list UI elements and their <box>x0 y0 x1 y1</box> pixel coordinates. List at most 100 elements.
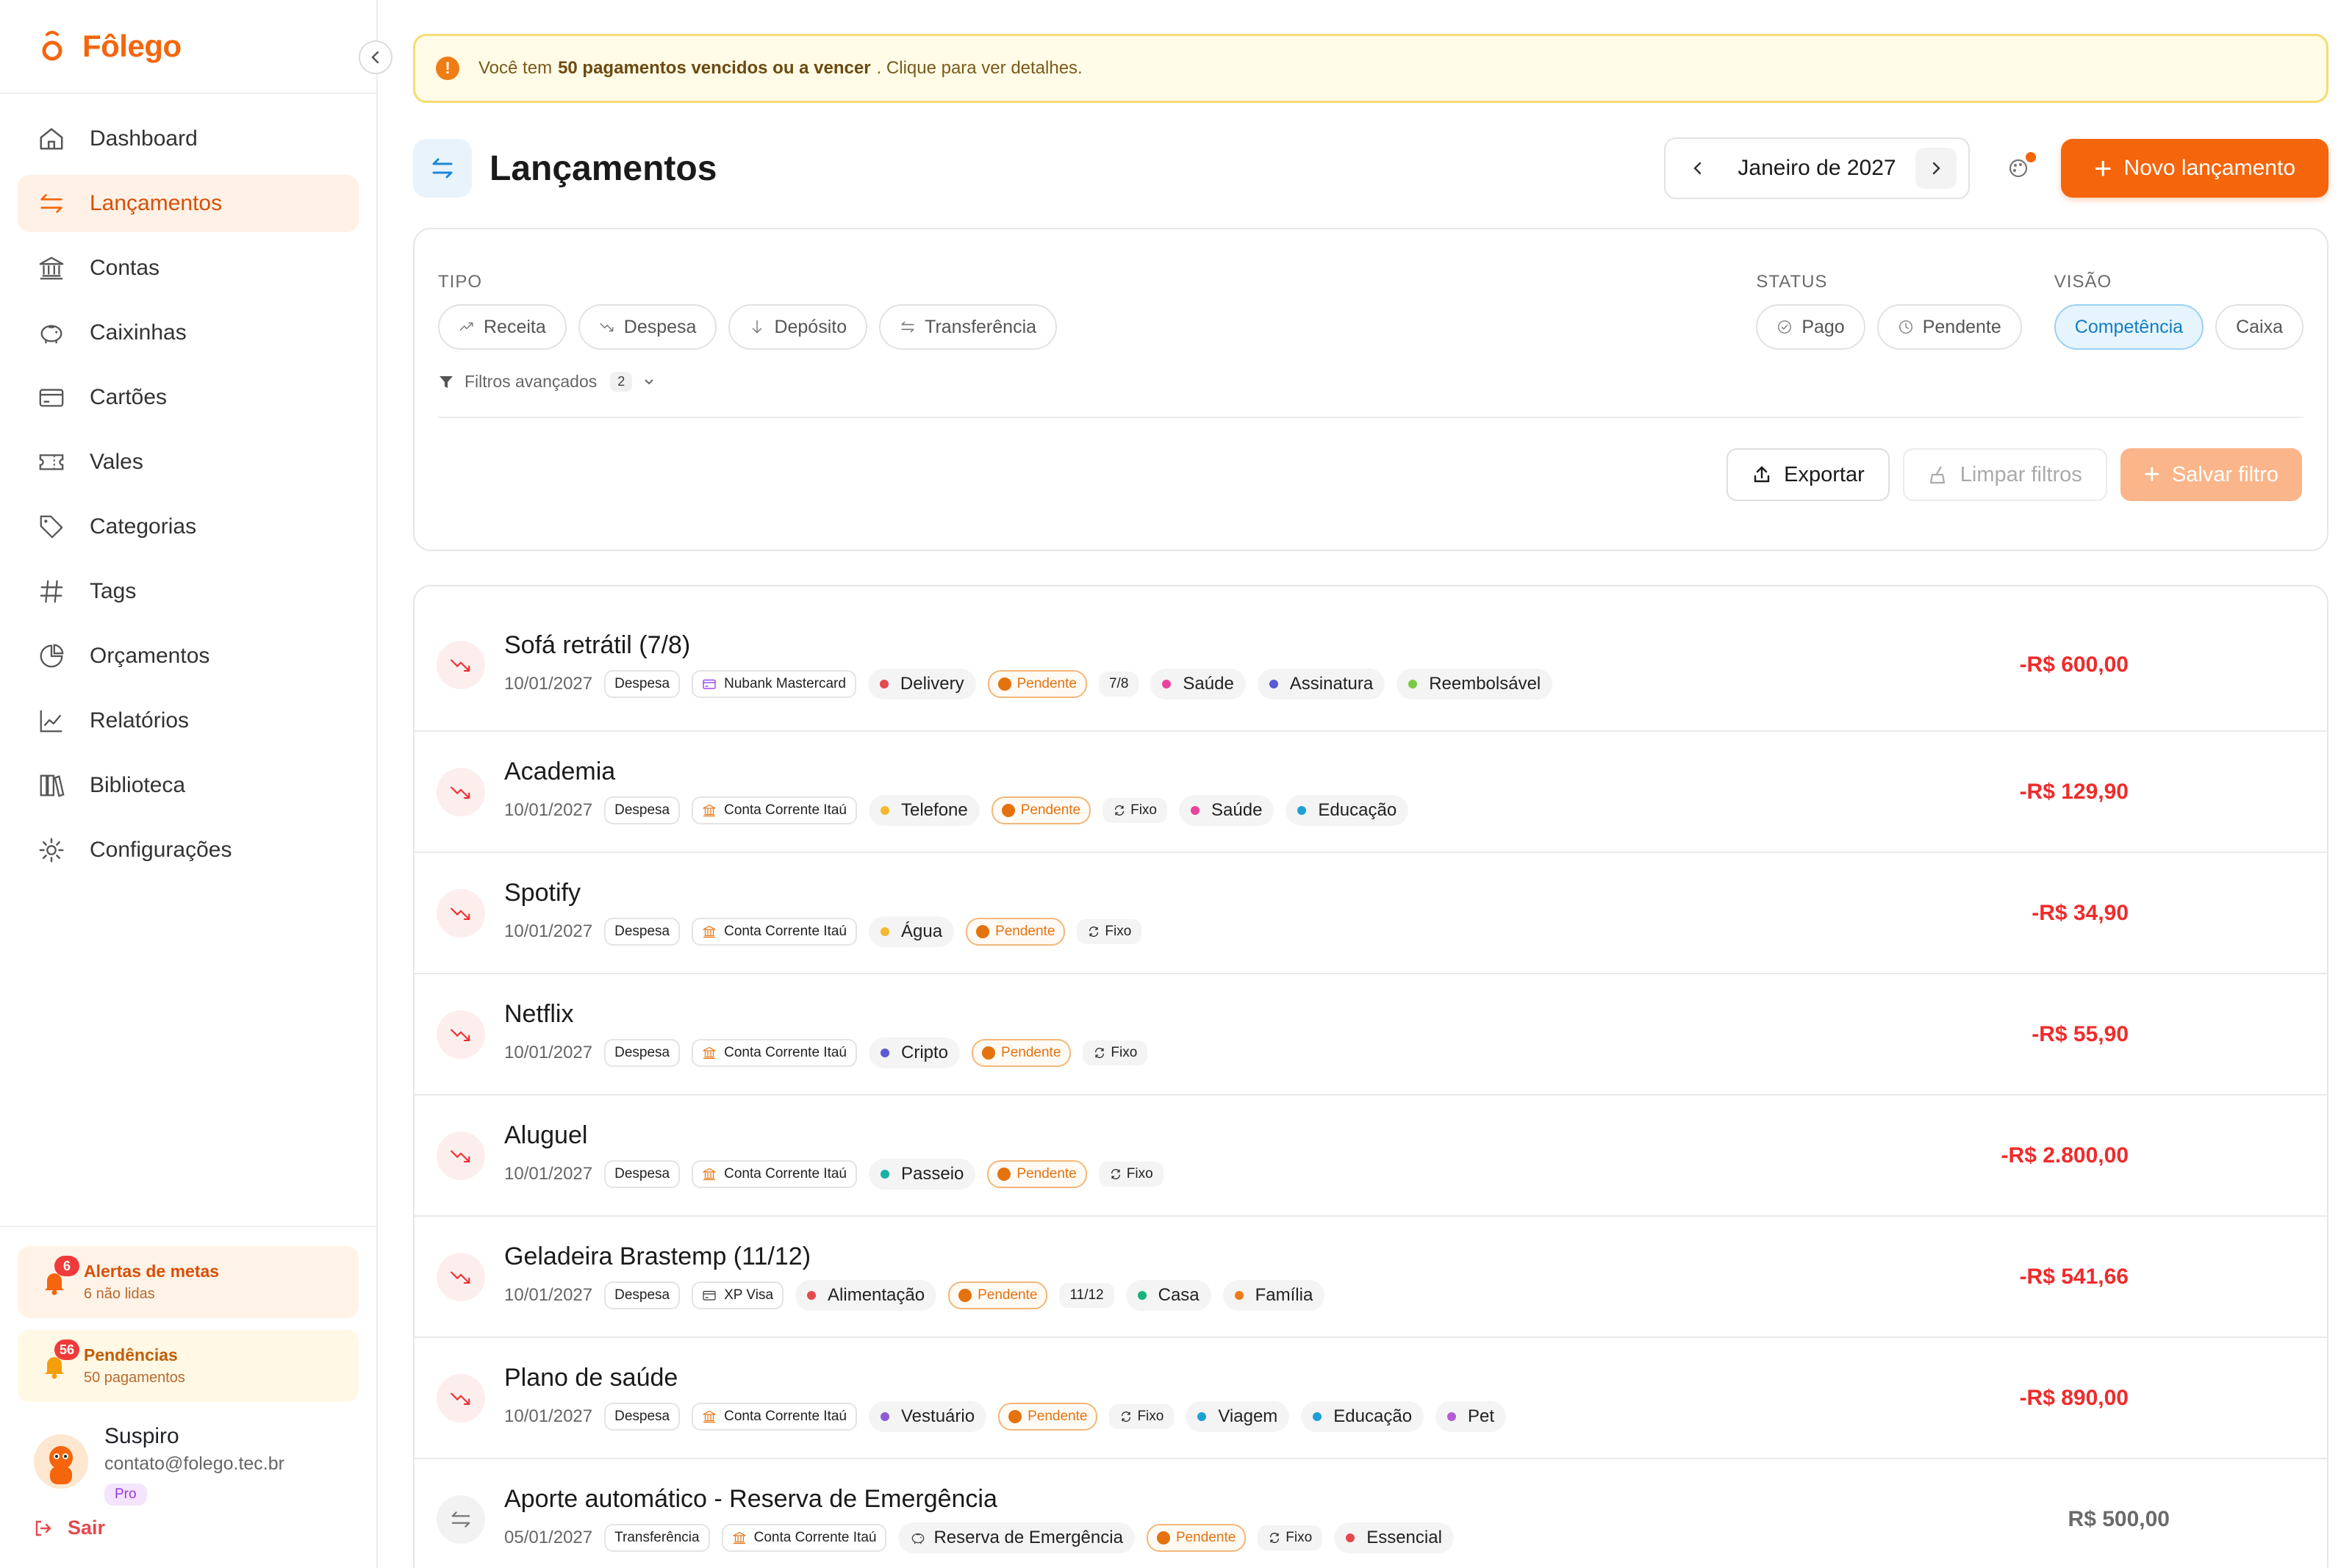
repeat-icon <box>1111 1169 1120 1179</box>
sidebar-item-dashboard[interactable]: Dashboard <box>18 110 359 168</box>
sidebar-item-label: Relatórios <box>90 708 190 733</box>
check-circle-icon <box>1778 320 1792 334</box>
tag-label: Educação <box>1333 1406 1413 1426</box>
repeat-icon <box>1089 927 1099 937</box>
type-filter-group: TIPO Receita Despesa Depósito Transferência <box>438 272 1058 350</box>
user-name: Suspiro <box>104 1424 179 1448</box>
account-tag: Conta Corrente Itaú <box>692 918 857 946</box>
tag-pill: Reembolsável <box>1396 668 1553 700</box>
tag-color-dot <box>1297 806 1307 815</box>
tag-label: Família <box>1255 1285 1313 1305</box>
overdue-payments-banner[interactable]: ! Você tem 50 pagamentos vencidos ou a v… <box>413 34 2328 103</box>
transaction-type-icon <box>437 767 485 816</box>
transaction-row[interactable]: Aporte automático - Reserva de Emergênci… <box>415 1459 2327 1568</box>
tag-color-dot <box>1191 806 1200 815</box>
transaction-row[interactable]: Plano de saúde 10/01/2027 Despesa Conta Cor… <box>415 1338 2327 1459</box>
category-label: Passeio <box>901 1164 964 1184</box>
status-badge: Pendente <box>987 669 1087 698</box>
new-transaction-button[interactable]: + Novo lançamento <box>2061 139 2328 198</box>
collapse-sidebar-button[interactable] <box>359 40 392 74</box>
advanced-filters-toggle[interactable]: Filtros avançados 2 <box>438 372 2303 392</box>
category-color-dot <box>881 1412 889 1421</box>
status-badge: Pendente <box>998 1403 1098 1431</box>
sidebar-item-cartoes[interactable]: Cartões <box>18 369 359 426</box>
sidebar-item-lancamentos[interactable]: Lançamentos <box>18 175 359 232</box>
filter-chip-pago[interactable]: Pago <box>1756 304 1865 350</box>
export-button[interactable]: Exportar <box>1727 448 1890 501</box>
pending-payments-card[interactable]: 56 Pendências 50 pagamentos <box>18 1330 359 1402</box>
sidebar-item-caixinhas[interactable]: Caixinhas <box>18 304 359 362</box>
transaction-row[interactable]: Spotify 10/01/2027 Despesa Conta Corrente I… <box>415 853 2327 974</box>
sidebar-item-biblioteca[interactable]: Biblioteca <box>18 757 359 814</box>
tag-color-dot <box>1137 1291 1147 1300</box>
clock-icon <box>1156 1531 1170 1544</box>
theme-toggle-button[interactable] <box>1996 146 2040 190</box>
transactions-list: Sofá retrátil (7/8) 10/01/2027 Despesa Nuba… <box>413 585 2328 1568</box>
chevron-right-icon <box>1932 162 1940 175</box>
transaction-row[interactable]: Aluguel 10/01/2027 Despesa Conta Corrente I… <box>415 1096 2327 1217</box>
status-label: Pendente <box>1020 802 1081 818</box>
tag-pill: Viagem <box>1186 1401 1290 1432</box>
tag-pill: Família <box>1222 1280 1325 1311</box>
filters-divider <box>438 417 2303 418</box>
filter-chip-deposito[interactable]: Depósito <box>728 304 868 350</box>
previous-month-button[interactable] <box>1677 148 1718 189</box>
transaction-row[interactable]: Sofá retrátil (7/8) 10/01/2027 Despesa Nuba… <box>415 586 2327 732</box>
sidebar-item-contas[interactable]: Contas <box>18 240 359 297</box>
warning-icon: ! <box>436 57 459 80</box>
sidebar-item-configuracoes[interactable]: Configurações <box>18 821 359 879</box>
recurrence-label: Fixo <box>1137 1409 1164 1424</box>
avatar <box>34 1434 88 1489</box>
transaction-date: 05/01/2027 <box>504 1528 593 1547</box>
tag-color-dot <box>1162 679 1172 688</box>
plus-icon: + <box>2094 151 2112 185</box>
tag-label: Reembolsável <box>1429 673 1541 694</box>
trending-down-icon <box>451 1150 470 1162</box>
arrows-left-right-icon <box>451 1511 470 1528</box>
clock-icon <box>982 1046 996 1060</box>
sidebar-item-orcamentos[interactable]: Orçamentos <box>18 627 359 685</box>
tag-pill: Essencial <box>1334 1522 1454 1553</box>
sidebar-item-label: Cartões <box>90 385 168 409</box>
tag-color-dot <box>1447 1412 1457 1421</box>
tag-color-dot <box>1197 1412 1207 1421</box>
sidebar-item-categorias[interactable]: Categorias <box>18 498 359 555</box>
sidebar-item-relatorios[interactable]: Relatórios <box>18 692 359 749</box>
bank-icon <box>39 256 64 280</box>
current-month: Janeiro de 2027 <box>1738 156 1896 180</box>
transaction-type-icon <box>437 1252 485 1301</box>
filter-chip-caixa[interactable]: Caixa <box>2215 304 2303 350</box>
hash-icon <box>40 580 63 603</box>
alerts-subtitle: 6 não lidas <box>84 1286 155 1302</box>
home-icon <box>40 128 63 150</box>
user-profile[interactable]: Suspiro contato@folego.tec.br Pro <box>18 1414 359 1517</box>
filter-chip-receita[interactable]: Receita <box>438 304 567 350</box>
sidebar-item-tags[interactable]: Tags <box>18 563 359 620</box>
filter-icon <box>440 375 453 388</box>
trending-up-icon <box>459 322 473 331</box>
transaction-row[interactable]: Netflix 10/01/2027 Despesa Conta Corrente I… <box>415 974 2327 1096</box>
transaction-row[interactable]: Academia 10/01/2027 Despesa Conta Corrente … <box>415 732 2327 853</box>
next-month-button[interactable] <box>1915 148 1957 189</box>
status-label: Pendente <box>1017 675 1077 691</box>
category-tag: Telefone <box>869 795 980 826</box>
trending-down-icon <box>600 323 614 332</box>
goal-alerts-card[interactable]: 6 Alertas de metas 6 não lidas <box>18 1246 359 1318</box>
sidebar-item-label: Contas <box>90 256 160 280</box>
filter-chip-despesa[interactable]: Despesa <box>578 304 717 350</box>
status-label: Pendente <box>995 924 1055 939</box>
page-title: Lançamentos <box>490 148 717 188</box>
clock-icon <box>1001 804 1015 817</box>
filter-chip-transferencia[interactable]: Transferência <box>879 304 1058 350</box>
filter-chip-pendente[interactable]: Pendente <box>1876 304 2022 350</box>
sidebar-item-label: Caixinhas <box>90 320 187 345</box>
chip-label: Transferência <box>925 316 1037 337</box>
transaction-type-tag: Despesa <box>604 669 681 698</box>
sidebar-item-vales[interactable]: Vales <box>18 434 359 491</box>
logout-button[interactable]: Sair <box>18 1517 359 1539</box>
filter-chip-competencia[interactable]: Competência <box>2054 304 2204 350</box>
transaction-type-icon <box>437 641 485 689</box>
save-filter-button[interactable]: + Salvar filtro <box>2120 448 2302 501</box>
clear-filters-button[interactable]: Limpar filtros <box>1902 448 2107 501</box>
transaction-row[interactable]: Geladeira Brastemp (11/12) 10/01/2027 Desp… <box>415 1217 2327 1338</box>
